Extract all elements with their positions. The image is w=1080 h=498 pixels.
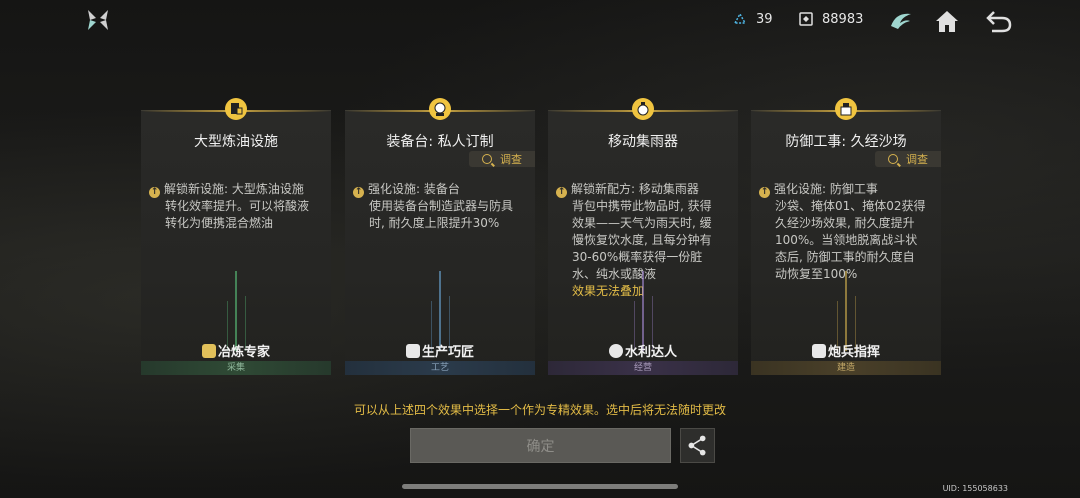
category-label: 经营 xyxy=(548,361,738,375)
specialty-name: 冶炼专家 xyxy=(141,341,331,360)
specialty-card-defense[interactable]: 防御工事: 久经沙场 调查 ↑ 强化设施: 防御工事 沙袋、掩体01、掩体02获得… xyxy=(751,98,941,375)
back-icon[interactable] xyxy=(984,6,1014,36)
water-icon xyxy=(608,344,623,358)
light-beam xyxy=(227,271,246,351)
game-logo-icon[interactable] xyxy=(84,6,112,34)
coin-count: 88983 xyxy=(822,11,864,27)
light-beam xyxy=(837,271,856,351)
selection-hint: 可以从上述四个效果中选择一个作为专精效果。选中后将无法随时更改 xyxy=(353,403,726,417)
category-label: 采集 xyxy=(141,361,331,375)
card-title: 大型炼油设施 xyxy=(194,134,278,150)
coin-icon xyxy=(799,12,813,26)
crystal-resource: 39 xyxy=(732,11,773,27)
category-label: 工艺 xyxy=(345,361,535,375)
specialty-card-rain-collector[interactable]: 移动集雨器 ↑ 解锁新配方: 移动集雨器 背包中携带此物品时, 获得 效果——天气… xyxy=(548,98,738,375)
refinery-medal-icon xyxy=(225,98,247,120)
light-beam xyxy=(431,271,450,351)
workbench-medal-icon xyxy=(429,98,451,120)
top-bar: 39 88983 xyxy=(0,0,1080,42)
specialty-card-refinery[interactable]: 大型炼油设施 ↑ 解锁新设施: 大型炼油设施 转化效率提升。可以将酸液 转化为便携… xyxy=(141,98,331,375)
light-beam xyxy=(634,271,653,351)
smelting-icon xyxy=(201,344,216,358)
upgrade-icon: ↑ xyxy=(353,187,364,198)
upgrade-icon: ↑ xyxy=(556,187,567,198)
upgrade-icon: ↑ xyxy=(149,187,160,198)
upgrade-icon: ↑ xyxy=(759,187,770,198)
specialty-name: 水利达人 xyxy=(548,341,738,360)
confirm-button[interactable]: 确定 xyxy=(410,428,671,463)
tower-icon[interactable] xyxy=(886,6,916,36)
user-id: UID: 155058633 xyxy=(942,484,1008,493)
rain-collector-medal-icon xyxy=(632,98,654,120)
card-title: 移动集雨器 xyxy=(608,134,678,150)
category-label: 建造 xyxy=(751,361,941,375)
investigate-button[interactable]: 调查 xyxy=(469,151,535,167)
defense-medal-icon xyxy=(835,98,857,120)
craftsman-icon xyxy=(405,344,420,358)
home-icon[interactable] xyxy=(932,6,962,36)
card-description: ↑ 强化设施: 装备台 使用装备台制造武器与防具 时, 耐久度上限提升30% xyxy=(353,182,514,230)
crystal-icon xyxy=(733,12,747,24)
card-title: 装备台: 私人订制 xyxy=(386,134,494,150)
coin-resource: 88983 xyxy=(798,11,863,27)
card-description: ↑ 解锁新设施: 大型炼油设施 转化效率提升。可以将酸液 转化为便携混合燃油 xyxy=(149,182,310,230)
crystal-count: 39 xyxy=(756,11,773,27)
specialty-name: 炮兵指挥 xyxy=(751,341,941,360)
search-icon xyxy=(888,154,898,164)
specialty-card-workbench[interactable]: 装备台: 私人订制 调查 ↑ 强化设施: 装备台 使用装备台制造武器与防具 时, … xyxy=(345,98,535,375)
card-title: 防御工事: 久经沙场 xyxy=(785,134,907,150)
specialty-name: 生产巧匠 xyxy=(345,341,535,360)
investigate-button[interactable]: 调查 xyxy=(875,151,941,167)
share-icon[interactable] xyxy=(680,428,715,463)
home-indicator[interactable] xyxy=(402,484,678,489)
artillery-icon xyxy=(811,344,826,358)
search-icon xyxy=(482,154,492,164)
